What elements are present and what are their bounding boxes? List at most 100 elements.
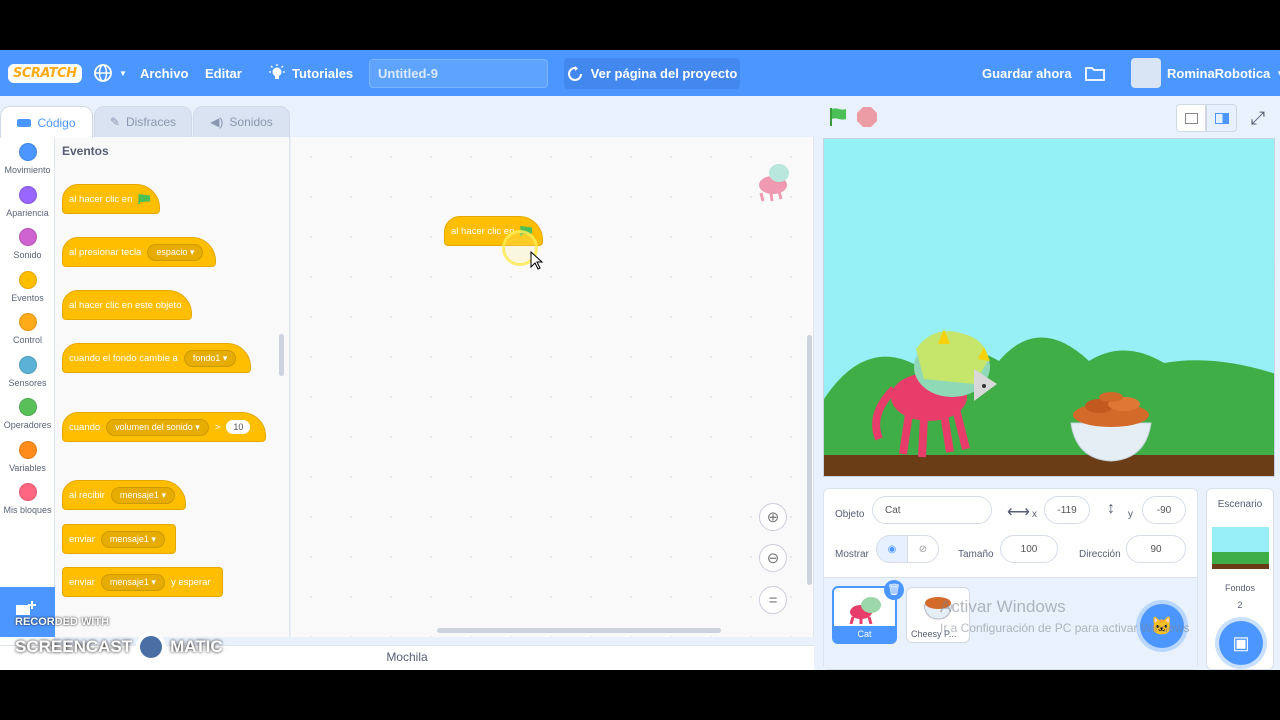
video-letterbox-bottom xyxy=(0,670,1280,720)
category-sensing[interactable]: Sensores xyxy=(0,356,55,388)
stage[interactable] xyxy=(823,138,1275,477)
recorder-word-1: SCREENCAST xyxy=(15,637,133,656)
show-hidden-button[interactable]: ⊘ xyxy=(907,535,939,563)
edit-menu[interactable]: Editar xyxy=(205,66,242,81)
windows-activation-title: Activar Windows xyxy=(940,597,1066,616)
looks-dot xyxy=(18,186,37,204)
palette-heading: Eventos xyxy=(62,144,109,158)
motion-dot xyxy=(18,143,37,161)
extension-button[interactable] xyxy=(0,587,55,637)
operator-label: > xyxy=(214,421,221,433)
see-project-page-button[interactable]: Ver página del proyecto xyxy=(564,58,740,89)
workspace-v-scrollbar[interactable] xyxy=(807,335,812,585)
script-workspace[interactable]: al hacer clic en ⊕ ⊖ = xyxy=(291,137,814,637)
variables-dot xyxy=(18,441,37,459)
save-now-button[interactable]: Guardar ahora xyxy=(982,66,1072,81)
workspace-h-scrollbar[interactable] xyxy=(437,628,721,633)
backdrop-dropdown[interactable]: fondo1 ▾ xyxy=(183,349,237,367)
x-arrows-icon: ⟷ xyxy=(1007,504,1030,521)
show-visible-button[interactable]: ◉ xyxy=(876,535,908,563)
trash-icon: 🗑 xyxy=(887,584,901,596)
file-menu[interactable]: Archivo xyxy=(140,66,188,81)
sensor-dropdown[interactable]: volumen del sonido ▾ xyxy=(106,418,209,436)
stop-button[interactable] xyxy=(857,107,877,127)
zoom-in-icon: ⊕ xyxy=(766,509,780,526)
control-dot xyxy=(18,313,37,331)
my-stuff-button[interactable] xyxy=(1084,50,1106,96)
category-label: Mis bloques xyxy=(3,505,52,515)
account-menu[interactable]: RominaRobotica ▼ xyxy=(1131,50,1280,96)
sensing-dot xyxy=(18,356,37,374)
menu-bar: SCRATCH ▼ Archivo Editar Tutoriales Unti… xyxy=(0,50,1280,96)
tab-costumes[interactable]: ✎ Disfraces xyxy=(94,106,192,138)
category-menu: Movimiento Apariencia Sonido Eventos Con… xyxy=(0,137,55,686)
category-control[interactable]: Control xyxy=(0,313,55,345)
message-dropdown[interactable]: mensaje1 ▾ xyxy=(100,530,165,548)
dropdown-value: mensaje1 xyxy=(109,576,149,587)
block-when-loudness[interactable]: cuando volumen del sonido ▾ >10 xyxy=(62,412,266,442)
zoom-out-button[interactable]: ⊖ xyxy=(759,544,787,572)
sprite-thumb-cat[interactable]: Cat 🗑 xyxy=(832,580,904,644)
zoom-reset-button[interactable]: = xyxy=(759,586,787,614)
recorder-label: RECORDED WITH xyxy=(15,616,110,628)
value-input[interactable]: 10 xyxy=(226,420,251,434)
block-when-this-sprite-clicked[interactable]: al hacer clic en este objeto xyxy=(62,290,192,320)
palette-scrollbar[interactable] xyxy=(279,334,284,376)
block-when-i-receive[interactable]: al recibir mensaje1 ▾ xyxy=(62,480,186,510)
small-stage-button[interactable] xyxy=(1176,104,1206,132)
block-when-key-pressed[interactable]: al presionar tecla espacio ▾ xyxy=(62,237,216,267)
stage-scene xyxy=(824,329,1274,476)
x-input[interactable]: -119 xyxy=(1044,496,1090,524)
sprite-preview-icon xyxy=(759,164,789,202)
category-my-blocks[interactable]: Mis bloques xyxy=(0,483,55,515)
y-input[interactable]: -90 xyxy=(1142,496,1186,524)
recorder-circle-icon xyxy=(136,632,167,662)
message-dropdown[interactable]: mensaje1 ▾ xyxy=(100,573,165,591)
category-label: Control xyxy=(12,335,42,345)
normal-stage-button[interactable] xyxy=(1206,104,1237,132)
dropdown-value: espacio xyxy=(156,246,188,257)
dropdown-value: mensaje1 xyxy=(119,489,159,500)
scratch-logo[interactable]: SCRATCH xyxy=(8,63,82,83)
category-variables[interactable]: Variables xyxy=(0,441,55,473)
backdrop-thumb[interactable] xyxy=(1212,527,1269,569)
fullscreen-button[interactable]: ⤢ xyxy=(1246,106,1270,130)
lightbulb-icon xyxy=(269,64,285,79)
category-operators[interactable]: Operadores xyxy=(0,398,55,430)
large-stage-icon xyxy=(1215,113,1229,124)
block-when-backdrop-switches[interactable]: cuando el fondo cambie a fondo1 ▾ xyxy=(62,343,251,373)
category-events[interactable]: Eventos xyxy=(0,271,55,303)
category-looks[interactable]: Apariencia xyxy=(0,186,55,218)
recorder-word-2: MATIC xyxy=(170,637,223,656)
tutorials-label: Tutoriales xyxy=(292,65,354,81)
block-label: y esperar xyxy=(170,576,211,588)
stage-target-panel[interactable]: Escenario Fondos 2 ▣ xyxy=(1206,488,1274,670)
category-motion[interactable]: Movimiento xyxy=(0,143,55,175)
language-menu[interactable]: ▼ xyxy=(93,50,127,96)
video-letterbox-top xyxy=(0,0,1280,50)
tab-code[interactable]: Código xyxy=(0,106,93,138)
block-when-flag-clicked[interactable]: al hacer clic en xyxy=(62,184,160,214)
delete-sprite-button[interactable]: 🗑 xyxy=(884,580,904,600)
green-flag-button[interactable] xyxy=(827,106,849,128)
tutorials-button[interactable]: Tutoriales xyxy=(268,50,353,96)
category-sound[interactable]: Sonido xyxy=(0,228,55,260)
chevron-down-icon: ▼ xyxy=(1276,69,1280,78)
globe-icon xyxy=(94,64,112,82)
tab-sounds[interactable]: ◀) Sonidos xyxy=(193,106,290,138)
choose-backdrop-button[interactable]: ▣ xyxy=(1219,621,1263,665)
block-broadcast[interactable]: enviar mensaje1 ▾ xyxy=(62,524,176,554)
equals-icon: = xyxy=(768,591,778,609)
message-dropdown[interactable]: mensaje1 ▾ xyxy=(110,486,175,504)
size-input[interactable]: 100 xyxy=(1000,535,1058,563)
size-label: Tamaño xyxy=(958,549,994,560)
key-dropdown[interactable]: espacio ▾ xyxy=(147,243,204,261)
sprite-name-input[interactable]: Cat xyxy=(872,496,992,524)
speaker-icon: ◀) xyxy=(210,115,224,129)
eye-icon: ◉ xyxy=(887,543,897,555)
block-label: enviar xyxy=(69,533,95,545)
zoom-in-button[interactable]: ⊕ xyxy=(759,503,787,531)
project-title-input[interactable]: Untitled-9 xyxy=(369,59,548,88)
block-broadcast-and-wait[interactable]: enviar mensaje1 ▾ y esperar xyxy=(62,567,223,597)
direction-input[interactable]: 90 xyxy=(1126,535,1186,563)
